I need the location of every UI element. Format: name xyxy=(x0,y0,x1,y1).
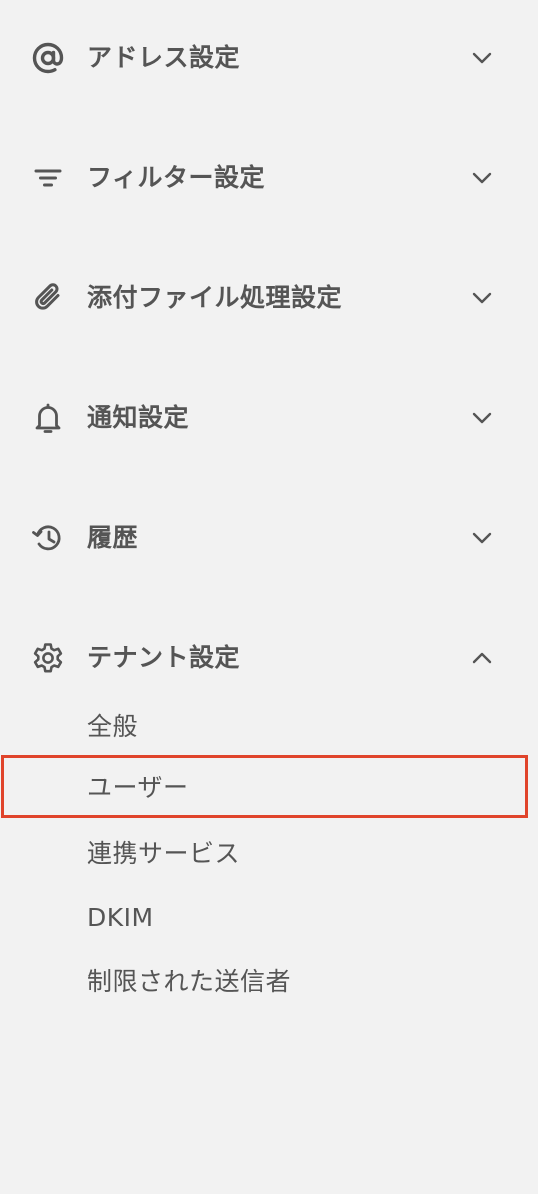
sub-item-label: 制限された送信者 xyxy=(87,967,292,996)
section-attachment-settings[interactable]: 添付ファイル処理設定 xyxy=(0,267,538,327)
tenant-item-integrations[interactable]: 連携サービス xyxy=(0,823,538,883)
sub-item-label: 全般 xyxy=(87,712,139,741)
chevron-down-icon[interactable] xyxy=(470,287,494,309)
chevron-up-icon[interactable] xyxy=(470,647,494,669)
sub-item-label: ユーザー xyxy=(87,773,189,802)
section-label: フィルター設定 xyxy=(87,163,266,192)
tenant-item-restricted-senders[interactable]: 制限された送信者 xyxy=(0,951,538,1011)
section-history[interactable]: 履歴 xyxy=(0,507,538,567)
chevron-down-icon[interactable] xyxy=(470,47,494,69)
section-label: 通知設定 xyxy=(87,403,190,432)
tenant-item-general[interactable]: 全般 xyxy=(0,696,538,756)
paperclip-icon xyxy=(31,281,65,315)
history-icon xyxy=(31,521,65,555)
filter-icon xyxy=(31,161,65,195)
tenant-item-users[interactable]: ユーザー xyxy=(0,757,538,817)
chevron-down-icon[interactable] xyxy=(470,527,494,549)
section-tenant-settings[interactable]: テナント設定 xyxy=(0,627,538,687)
chevron-down-icon[interactable] xyxy=(470,407,494,429)
sub-item-label: 連携サービス xyxy=(87,839,241,868)
section-label: アドレス設定 xyxy=(87,43,241,72)
section-filter-settings[interactable]: フィルター設定 xyxy=(0,147,538,207)
section-notification-settings[interactable]: 通知設定 xyxy=(0,387,538,447)
chevron-down-icon[interactable] xyxy=(470,167,494,189)
bell-icon xyxy=(31,401,65,435)
gear-icon xyxy=(31,641,65,675)
section-address-settings[interactable]: アドレス設定 xyxy=(0,27,538,87)
section-label: テナント設定 xyxy=(87,643,241,672)
section-label: 添付ファイル処理設定 xyxy=(87,283,343,312)
tenant-item-dkim[interactable]: DKIM xyxy=(0,887,538,947)
section-label: 履歴 xyxy=(87,523,139,552)
sub-item-label: DKIM xyxy=(87,903,154,932)
settings-sidebar: アドレス設定 フィルター設定 添付ファイル処理設定 通知設定 履歴 テナント設定… xyxy=(0,0,538,1194)
at-sign-icon xyxy=(31,41,65,75)
